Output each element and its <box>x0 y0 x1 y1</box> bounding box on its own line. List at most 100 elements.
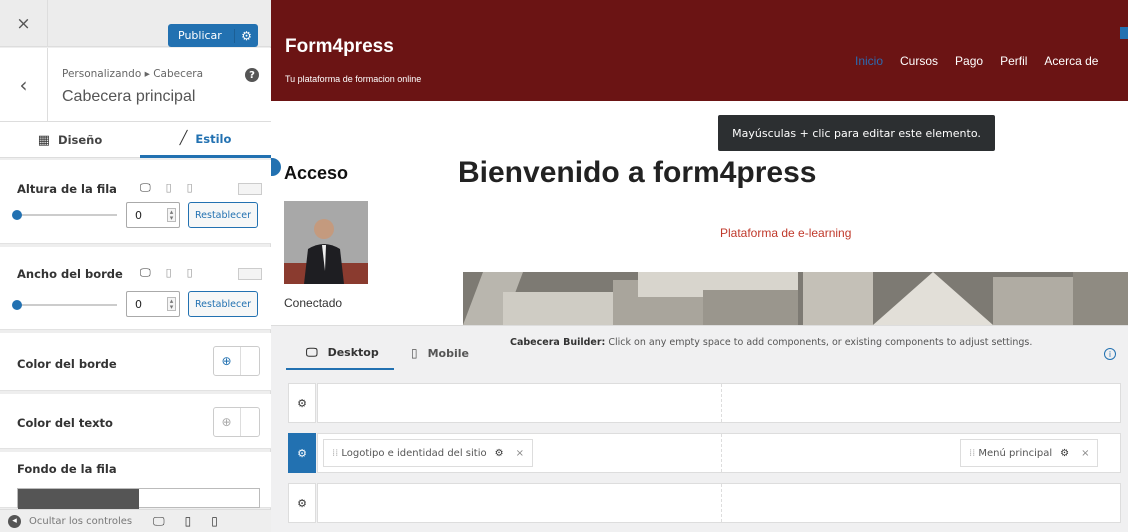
row-height-slider[interactable] <box>17 214 117 216</box>
gear-icon[interactable]: ⚙ <box>234 28 258 43</box>
panel-topbar: × Publicar ⚙ <box>0 0 271 47</box>
row-settings-gear-icon[interactable]: ⚙ <box>288 383 316 423</box>
text-color-control: Color del texto ⊕ <box>0 394 271 449</box>
border-width-value: 0 <box>135 297 142 311</box>
gear-icon[interactable]: ⚙ <box>1060 448 1069 459</box>
tab-design-label: Diseño <box>58 133 103 147</box>
column-divider <box>721 384 722 422</box>
border-color-control: Color del borde ⊕ <box>0 333 271 391</box>
drag-handle-icon[interactable]: ⁞⁞ <box>969 448 975 459</box>
breadcrumb: Personalizando ▸ Cabecera <box>62 68 204 80</box>
info-icon[interactable]: i <box>1104 348 1116 360</box>
site-title[interactable]: Form4press <box>285 36 394 58</box>
nav-item-cursos[interactable]: Cursos <box>900 54 938 68</box>
tab-desktop-label: Desktop <box>327 345 379 359</box>
publish-button[interactable]: Publicar ⚙ <box>168 24 258 47</box>
row-drop-area[interactable] <box>317 483 1121 523</box>
desktop-icon: 🖵 <box>306 344 318 359</box>
tab-desktop[interactable]: 🖵 Desktop <box>286 336 394 370</box>
globe-icon: ⊕ <box>221 414 232 429</box>
tablet-icon[interactable]: ▯ <box>166 266 172 280</box>
access-widget-title: Acceso <box>284 163 349 183</box>
builder-hint: Cabecera Builder: Click on any empty spa… <box>510 335 1090 350</box>
unit-selector[interactable] <box>238 183 262 195</box>
wood-blocks-image <box>463 272 1128 325</box>
remove-icon[interactable]: × <box>516 448 524 459</box>
slider-handle[interactable] <box>12 300 22 310</box>
close-icon[interactable]: × <box>0 0 48 47</box>
row-settings-gear-icon[interactable]: ⚙ <box>288 483 316 523</box>
builder-hint-text: Click on any empty space to add componen… <box>608 337 1033 348</box>
tab-mobile[interactable]: ▯ Mobile <box>411 336 501 370</box>
menu-component[interactable]: ⁞⁞ Menú principal ⚙ × <box>960 439 1099 467</box>
builder-row-main: ⚙ ⁞⁞ Logotipo e identidad del sitio ⚙ × … <box>288 433 1121 473</box>
desktop-icon[interactable]: 🖵 <box>140 266 151 280</box>
text-color-picker[interactable]: ⊕ <box>213 407 260 437</box>
swatch-divider <box>240 347 241 375</box>
edit-shortcut-icon[interactable] <box>1120 27 1128 39</box>
builder-row-top: ⚙ <box>288 383 1121 423</box>
background-type-toggle[interactable] <box>17 488 260 509</box>
border-width-reset-button[interactable]: Restablecer <box>188 291 258 317</box>
panel-heading: ‹ Personalizando ▸ Cabecera Cabecera pri… <box>0 48 271 122</box>
toggle-active-segment[interactable] <box>18 489 139 509</box>
drag-handle-icon[interactable]: ⁞⁞ <box>332 448 338 459</box>
mobile-icon[interactable]: ▯ <box>187 266 193 280</box>
tab-design[interactable]: ▦ Diseño <box>0 122 140 158</box>
logo-component-label: Logotipo e identidad del sitio <box>341 447 487 459</box>
border-color-picker[interactable]: ⊕ <box>213 346 260 376</box>
back-icon[interactable]: ‹ <box>0 48 48 122</box>
row-height-control: Altura de la fila 🖵 ▯ ▯ 0 ▴ ▾ Restablecer <box>0 160 271 244</box>
border-width-input[interactable]: 0 ▴ ▾ <box>126 291 180 317</box>
row-height-value: 0 <box>135 208 142 222</box>
slider-handle[interactable] <box>12 210 22 220</box>
site-header[interactable]: Form4press Tu plataforma de formacion on… <box>271 0 1128 101</box>
help-icon[interactable]: ? <box>245 68 259 82</box>
tablet-preview-icon[interactable]: ▯ <box>185 514 192 528</box>
row-drop-area[interactable]: ⁞⁞ Logotipo e identidad del sitio ⚙ × ⁞⁞… <box>317 433 1121 473</box>
remove-icon[interactable]: × <box>1081 448 1089 459</box>
border-color-label: Color del borde <box>17 357 117 371</box>
mobile-icon: ▯ <box>411 346 418 360</box>
tablet-icon[interactable]: ▯ <box>166 181 172 195</box>
grid-icon: ▦ <box>37 132 51 148</box>
login-status: Conectado <box>284 296 343 310</box>
site-preview: Form4press Tu plataforma de formacion on… <box>271 0 1128 325</box>
nav-item-acerca[interactable]: Acerca de <box>1044 54 1098 68</box>
hide-controls-icon[interactable]: ◂ <box>8 514 21 528</box>
desktop-preview-icon[interactable]: 🖵 <box>153 514 165 529</box>
mobile-preview-icon[interactable]: ▯ <box>211 514 218 528</box>
menu-component-label: Menú principal <box>978 447 1053 459</box>
nav-item-inicio[interactable]: Inicio <box>855 54 883 68</box>
header-builder: 🖵 Desktop ▯ Mobile Cabecera Builder: Cli… <box>271 325 1128 532</box>
row-settings-gear-icon[interactable]: ⚙ <box>288 433 316 473</box>
unit-selector[interactable] <box>238 268 262 280</box>
hero-image <box>463 272 1128 325</box>
gear-icon[interactable]: ⚙ <box>495 448 504 459</box>
avatar <box>284 201 368 284</box>
row-height-input[interactable]: 0 ▴ ▾ <box>126 202 180 228</box>
publish-label: Publicar <box>178 29 222 42</box>
row-height-reset-button[interactable]: Restablecer <box>188 202 258 228</box>
nav-item-pago[interactable]: Pago <box>955 54 983 68</box>
mobile-icon[interactable]: ▯ <box>187 181 193 195</box>
edit-tooltip: Mayúsculas + clic para editar este eleme… <box>718 115 995 151</box>
logo-component[interactable]: ⁞⁞ Logotipo e identidad del sitio ⚙ × <box>323 439 533 467</box>
edit-shortcut-icon[interactable] <box>271 158 281 176</box>
swatch-divider <box>240 408 241 436</box>
hide-controls-button[interactable]: Ocultar los controles <box>29 516 147 527</box>
row-drop-area[interactable] <box>317 383 1121 423</box>
globe-icon: ⊕ <box>221 353 232 368</box>
builder-row-bottom: ⚙ <box>288 483 1121 523</box>
border-width-slider[interactable] <box>17 304 117 306</box>
device-switcher: 🖵 ▯ ▯ <box>140 181 193 195</box>
tab-style[interactable]: ╱ Estilo <box>140 122 271 158</box>
spinner-icon[interactable]: ▴ ▾ <box>167 208 176 222</box>
panel-footer: ◂ Ocultar los controles 🖵 ▯ ▯ <box>0 509 271 532</box>
column-divider <box>721 434 722 472</box>
nav-item-perfil[interactable]: Perfil <box>1000 54 1027 68</box>
device-switcher: 🖵 ▯ ▯ <box>140 266 193 280</box>
desktop-icon[interactable]: 🖵 <box>140 181 151 195</box>
spinner-icon[interactable]: ▴ ▾ <box>167 297 176 311</box>
page-title: Cabecera principal <box>62 88 196 105</box>
